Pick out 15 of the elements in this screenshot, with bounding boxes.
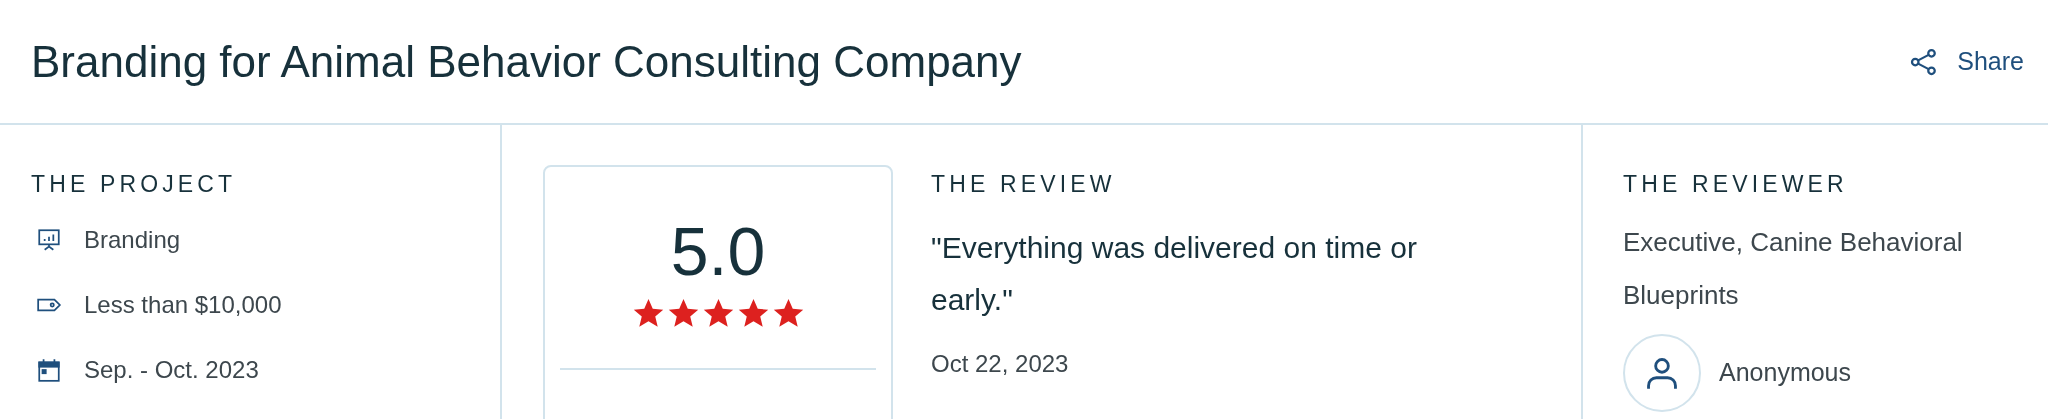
project-detail: Branding: [84, 224, 181, 255]
presentation-board-icon: [36, 226, 62, 253]
rating-score: 5.0: [670, 217, 766, 285]
reviewer-name: Anonymous: [1719, 356, 1852, 388]
review-date: Oct 22, 2023: [931, 348, 1070, 379]
review-quote: "Everything was delivered on time or early.": [931, 229, 1418, 318]
project-detail: Sep. - Oct. 2023: [84, 354, 259, 385]
page-title: Branding for Animal Behavior Consulting Company: [31, 35, 1022, 88]
share-button[interactable]: Share: [1909, 42, 2024, 81]
calendar-icon: [36, 356, 62, 383]
section-heading: THE REVIEWER: [1623, 170, 1849, 199]
section-heading: THE REVIEW: [931, 170, 1117, 199]
project-detail: Less than $10,000: [84, 289, 282, 320]
reviewer-role: Executive, Canine Behavioral Blueprints: [1623, 225, 1964, 312]
section-heading: THE PROJECT: [31, 170, 238, 199]
